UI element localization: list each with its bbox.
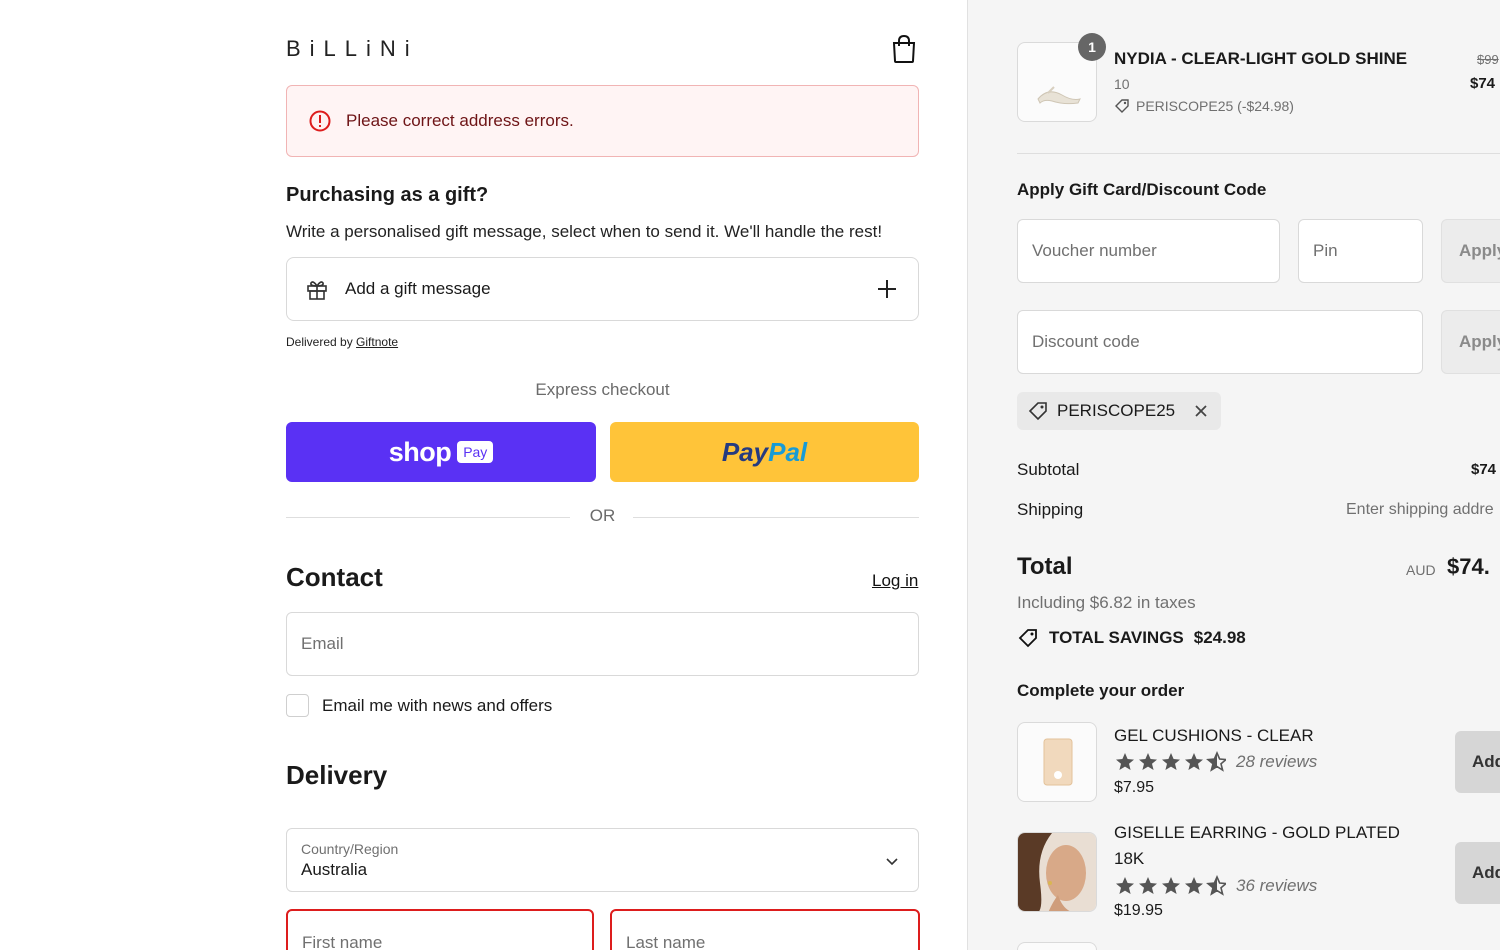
upsell-name-line1: GISELLE EARRING - GOLD PLATED (1114, 823, 1400, 842)
email-field[interactable]: Email (286, 612, 919, 676)
upsell-reviews[interactable]: 36 reviews (1236, 876, 1317, 896)
savings-value: $24.98 (1193, 628, 1246, 647)
pin-placeholder: Pin (1313, 241, 1338, 260)
error-banner: Please correct address errors. (286, 85, 919, 157)
shop-pay-button[interactable]: shop Pay (286, 422, 596, 482)
apply-discount-button[interactable]: Apply (1441, 310, 1500, 374)
shopping-bag-icon[interactable] (890, 34, 918, 64)
add-upsell-button[interactable]: Add (1455, 731, 1500, 793)
chevron-down-icon (886, 858, 898, 866)
paypal-wordmark-pal: Pal (768, 436, 808, 467)
news-offers-option[interactable]: Email me with news and offers (286, 694, 552, 717)
discount-placeholder: Discount code (1032, 332, 1140, 351)
last-name-field[interactable]: Last name (610, 909, 920, 950)
email-placeholder: Email (301, 634, 344, 653)
gift-description: Write a personalised gift message, selec… (286, 222, 883, 241)
contact-heading: Contact (286, 562, 383, 592)
product-size: 10 (1114, 76, 1130, 92)
upsell-price: $19.95 (1114, 902, 1163, 919)
product-new-price: $74 (1470, 75, 1496, 92)
shop-pay-wordmark: shop (388, 436, 452, 467)
upsell-thumbnail (1017, 722, 1097, 802)
product-old-price: $99 (1477, 52, 1499, 67)
paypal-wordmark-pay: Pay (721, 436, 769, 467)
login-link[interactable]: Log in (872, 571, 918, 591)
add-gift-message-button[interactable]: Add a gift message (286, 257, 919, 321)
news-offers-checkbox[interactable] (286, 694, 309, 717)
total-savings: TOTAL SAVINGS $24.98 (1017, 627, 1246, 649)
remove-discount-icon[interactable] (1193, 403, 1209, 419)
tag-icon (1028, 402, 1047, 421)
product-discount-text: PERISCOPE25 (-$24.98) (1136, 98, 1294, 114)
quantity-badge: 1 (1078, 33, 1106, 61)
earring-model-image (1018, 833, 1096, 911)
shipping-label: Shipping (1017, 500, 1084, 519)
voucher-number-field[interactable]: Voucher number (1017, 219, 1280, 283)
news-offers-label: Email me with news and offers (322, 695, 553, 715)
plus-icon[interactable] (874, 276, 900, 302)
or-divider: OR (286, 506, 919, 528)
taxes-note: Including $6.82 in taxes (1017, 593, 1196, 612)
tag-icon (1115, 99, 1129, 113)
upsell-thumbnail (1017, 832, 1097, 912)
add-upsell-label: Add (1472, 863, 1500, 882)
first-name-field[interactable]: First name (286, 909, 594, 950)
checkout-main: BiLLiNi Please correct address errors. P… (0, 0, 967, 950)
apply-discount-label: Apply (1459, 332, 1500, 351)
upsell-rating: 36 reviews (1114, 875, 1317, 897)
savings-tag-icon (1018, 629, 1037, 648)
total-currency: AUD (1406, 562, 1436, 578)
gift-icon (307, 281, 327, 300)
upsell-price: $7.95 (1114, 779, 1155, 796)
giftnote-link[interactable]: Giftnote (356, 335, 398, 349)
apply-voucher-button[interactable]: Apply (1441, 219, 1500, 283)
complete-order-title: Complete your order (1017, 681, 1185, 700)
delivered-by: Delivered by Giftnote (286, 335, 398, 349)
total-value: $74. (1447, 554, 1490, 579)
express-checkout-title: Express checkout (535, 380, 670, 399)
total-label: Total (1017, 553, 1073, 580)
subtotal-label: Subtotal (1017, 460, 1080, 479)
country-label: Country/Region (301, 841, 399, 857)
voucher-placeholder: Voucher number (1032, 241, 1157, 260)
upsell-thumbnail-partial (1017, 942, 1097, 950)
gift-title: Purchasing as a gift? (286, 184, 489, 206)
gift-card-title: Apply Gift Card/Discount Code (1017, 180, 1267, 199)
apply-voucher-label: Apply (1459, 241, 1500, 260)
upsell-rating: 28 reviews (1114, 751, 1317, 773)
shipping-value: Enter shipping addre (1346, 501, 1494, 518)
discount-code-field[interactable]: Discount code (1017, 310, 1423, 374)
upsell-name: GEL CUSHIONS - CLEAR (1114, 726, 1314, 745)
gel-cushion-image (1043, 738, 1073, 786)
star-rating-icon (1116, 751, 1226, 772)
country-value: Australia (301, 860, 368, 879)
shop-pay-badge: Pay (457, 441, 494, 463)
product-discount: PERISCOPE25 (-$24.98) (1114, 98, 1294, 114)
delivery-heading: Delivery (286, 760, 388, 790)
country-select[interactable]: Country/Region Australia (286, 828, 919, 892)
paypal-button[interactable]: Pay Pal (610, 422, 919, 482)
applied-code: PERISCOPE25 (1057, 401, 1176, 420)
applied-discount-chip: PERISCOPE25 (1017, 392, 1221, 430)
first-name-placeholder: First name (302, 933, 383, 950)
or-label: OR (589, 506, 616, 525)
brand-logo[interactable]: BiLLiNi (286, 36, 419, 62)
summary-divider (1017, 153, 1500, 154)
savings-label: TOTAL SAVINGS (1049, 628, 1184, 647)
pin-field[interactable]: Pin (1298, 219, 1423, 283)
error-icon (309, 110, 331, 132)
upsell-reviews[interactable]: 28 reviews (1236, 752, 1317, 772)
add-upsell-label: Add (1472, 752, 1500, 771)
error-message: Please correct address errors. (346, 111, 574, 130)
delivered-by-prefix: Delivered by (286, 335, 353, 349)
gift-message-label: Add a gift message (345, 279, 491, 298)
subtotal-value: $74 (1471, 461, 1497, 478)
product-name: NYDIA - CLEAR-LIGHT GOLD SHINE (1114, 49, 1408, 68)
star-rating-icon (1116, 875, 1226, 896)
order-summary: 1 NYDIA - CLEAR-LIGHT GOLD SHINE 10 PERI… (967, 0, 1500, 950)
add-upsell-button[interactable]: Add (1455, 842, 1500, 904)
last-name-placeholder: Last name (626, 933, 706, 950)
upsell-name-line2: 18K (1114, 849, 1145, 868)
